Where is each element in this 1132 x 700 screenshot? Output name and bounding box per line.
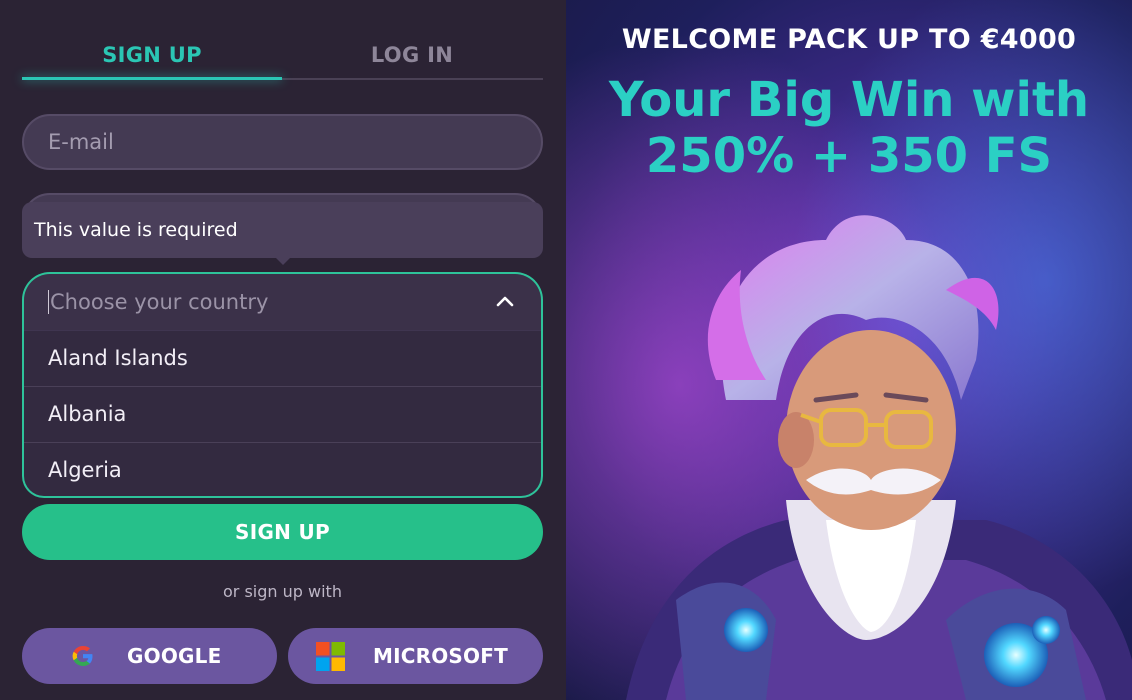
validation-tooltip: This value is required xyxy=(22,202,543,258)
tab-login[interactable]: LOG IN xyxy=(282,30,542,80)
country-select[interactable]: Choose your country xyxy=(22,272,543,330)
google-signup-button[interactable]: GOOGLE xyxy=(22,628,277,684)
chevron-up-icon[interactable] xyxy=(495,292,515,312)
auth-tabs: SIGN UP LOG IN xyxy=(22,30,543,80)
promo-panel: WELCOME PACK UP TO €4000 Your Big Win wi… xyxy=(566,0,1132,700)
validation-message: This value is required xyxy=(34,219,238,241)
country-option[interactable]: Albania xyxy=(24,386,541,442)
headline-line-2: 250% + 350 FS xyxy=(645,128,1053,184)
tab-signup[interactable]: SIGN UP xyxy=(22,30,282,80)
google-label: GOOGLE xyxy=(127,644,222,668)
country-option[interactable]: Algeria xyxy=(24,442,541,496)
microsoft-icon xyxy=(316,642,345,671)
tooltip-arrow xyxy=(274,256,292,265)
microsoft-signup-button[interactable]: MICROSOFT xyxy=(288,628,543,684)
welcome-pack-text: WELCOME PACK UP TO €4000 xyxy=(621,24,1077,55)
google-icon xyxy=(72,646,93,666)
microsoft-label: MICROSOFT xyxy=(373,644,508,668)
signup-panel: SIGN UP LOG IN E-mail This value is requ… xyxy=(0,0,566,700)
country-dropdown: Aland Islands Albania Algeria xyxy=(22,330,543,498)
promo-headline: Your Big Win with 250% + 350 FS xyxy=(566,72,1132,184)
country-option[interactable]: Aland Islands xyxy=(24,330,541,386)
text-cursor xyxy=(48,290,49,314)
or-sign-up-with-label: or sign up with xyxy=(223,582,342,601)
active-tab-indicator xyxy=(22,77,282,80)
email-placeholder: E-mail xyxy=(48,130,114,154)
country-placeholder: Choose your country xyxy=(50,290,269,314)
email-field[interactable]: E-mail xyxy=(22,114,543,170)
signup-button[interactable]: SIGN UP xyxy=(22,504,543,560)
headline-line-1: Your Big Win with xyxy=(608,72,1090,128)
